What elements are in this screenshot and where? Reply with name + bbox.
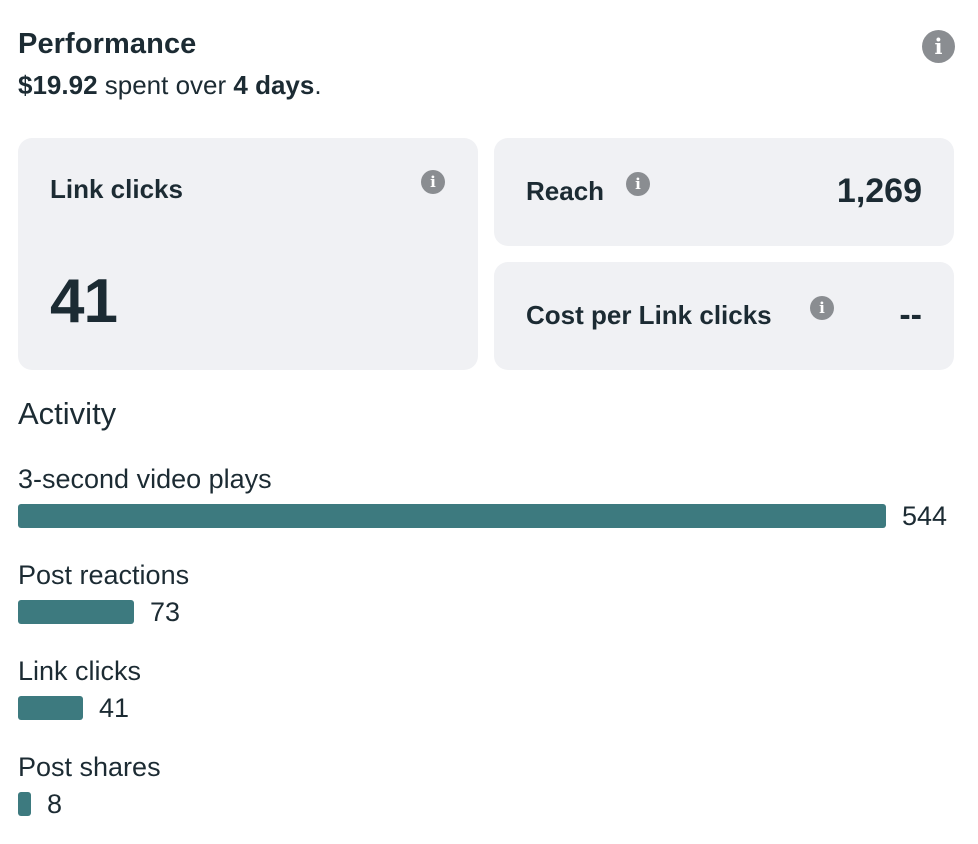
info-icon[interactable]: i [922, 30, 955, 63]
activity-value: 8 [47, 788, 63, 819]
activity-value: 73 [150, 596, 181, 627]
spend-duration: 4 days [233, 70, 315, 100]
activity-item: Post shares 8 [18, 748, 958, 844]
activity-bar [18, 792, 31, 816]
spend-summary: $19.92 spent over 4 days. [18, 70, 322, 101]
activity-list: 3-second video plays 544 Post reactions … [18, 460, 958, 844]
activity-bar [18, 504, 886, 528]
activity-item: 3-second video plays 544 [18, 460, 958, 556]
reach-label: Reach [526, 176, 605, 206]
activity-row: 41 [18, 690, 958, 726]
activity-label: Post shares [18, 752, 161, 782]
cost-per-link-click-card: Cost per Link clicks i -- [494, 262, 954, 370]
activity-label: 3-second video plays [18, 464, 272, 494]
performance-title: Performance [18, 28, 197, 60]
activity-row: 73 [18, 594, 958, 630]
activity-value: 41 [99, 692, 130, 723]
info-icon[interactable]: i [421, 170, 445, 194]
activity-item: Post reactions 73 [18, 556, 958, 652]
info-icon[interactable]: i [626, 172, 650, 196]
activity-label: Post reactions [18, 560, 190, 590]
link-clicks-value: 41 [50, 267, 118, 336]
activity-row: 544 [18, 498, 958, 534]
cost-per-link-click-label: Cost per Link clicks [526, 300, 772, 330]
reach-value: 1,269 [836, 172, 922, 210]
info-icon[interactable]: i [810, 296, 834, 320]
spent-text: spent over [104, 70, 227, 100]
activity-item: Link clicks 41 [18, 652, 958, 748]
activity-row: 8 [18, 786, 958, 822]
activity-label: Link clicks [18, 656, 142, 686]
reach-card: Reach i 1,269 [494, 138, 954, 246]
activity-bar [18, 600, 134, 624]
activity-title: Activity [18, 396, 117, 431]
link-clicks-label: Link clicks [50, 174, 183, 204]
spent-amount: $19.92 [18, 70, 98, 100]
cost-per-link-click-value: -- [899, 296, 922, 334]
activity-value: 544 [902, 500, 948, 531]
activity-bar [18, 696, 83, 720]
link-clicks-card: Link clicks i 41 [18, 138, 478, 370]
summary-period: . [314, 70, 322, 100]
